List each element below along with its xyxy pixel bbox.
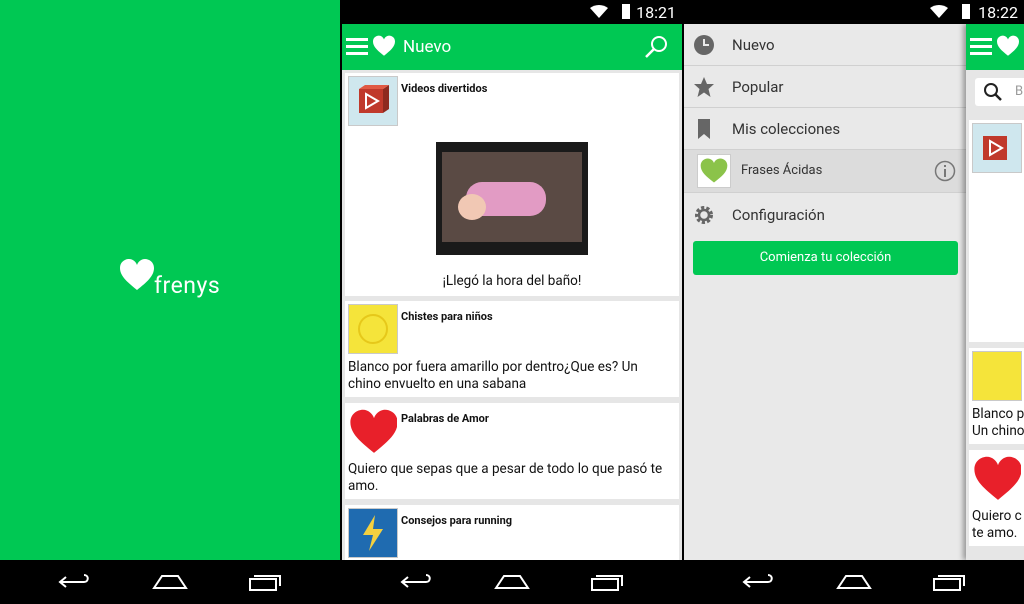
- search-icon[interactable]: [644, 35, 668, 59]
- post-text: Quiero c: [972, 508, 1022, 524]
- collection-name: Consejos para running: [401, 514, 513, 527]
- collection-thumbnail: [348, 76, 398, 126]
- system-nav-bar: [342, 560, 682, 604]
- menu-icon[interactable]: [346, 37, 368, 55]
- system-nav-bar: [684, 560, 1024, 604]
- recents-icon[interactable]: [590, 572, 624, 592]
- recents-icon[interactable]: [932, 572, 966, 592]
- feed-screen: 18:21 Nuevo Videos divertidos ¡Llegó la …: [342, 0, 682, 604]
- collection-thumbnail: [348, 508, 398, 558]
- drawer-item-label: Mis colecciones: [732, 120, 841, 138]
- recents-icon[interactable]: [248, 572, 282, 592]
- collection-thumbnail: [972, 351, 1022, 401]
- post-text: Un chino: [972, 423, 1024, 439]
- heart-logo-icon: [373, 35, 395, 56]
- drawer-item-label: Nuevo: [732, 36, 775, 54]
- gear-icon: [695, 206, 713, 224]
- collection-name: Videos divertidos: [401, 82, 488, 95]
- collection-thumbnail: [972, 123, 1022, 173]
- splash-screen: frenys: [0, 0, 340, 604]
- wifi-icon: [930, 5, 948, 18]
- drawer-item-configuracion[interactable]: Configuración: [684, 194, 966, 235]
- back-icon[interactable]: [742, 572, 776, 592]
- navigation-drawer: Nuevo Popular Mis colecciones Frases Áci…: [684, 24, 966, 560]
- drawer-item-nuevo[interactable]: Nuevo: [684, 24, 966, 66]
- feed-card[interactable]: [969, 120, 1024, 342]
- post-text: Blanco por fuera amarillo por dentro¿Que…: [348, 359, 638, 392]
- drawer-screen: 18:22 Nuevo Popular Mis colecciones Fras…: [684, 0, 1024, 604]
- app-bar: [966, 24, 1024, 70]
- home-icon[interactable]: [494, 572, 530, 592]
- post-text: ¡Llegó la hora del baño!: [442, 273, 582, 289]
- drawer-collection-frases-acidas[interactable]: Frases Ácidas: [684, 150, 966, 193]
- collection-thumbnail: [348, 406, 398, 456]
- bookmark-icon: [698, 119, 710, 139]
- video-thumbnail[interactable]: [436, 142, 588, 255]
- page-title: Nuevo: [403, 37, 452, 57]
- collection-thumbnail: [697, 154, 731, 188]
- menu-icon[interactable]: [970, 37, 992, 55]
- battery-icon: [962, 4, 970, 19]
- wifi-icon: [590, 5, 608, 18]
- feed-card[interactable]: Blanco p Un chino: [969, 348, 1024, 444]
- heart-logo-icon: [120, 259, 154, 290]
- post-text: Blanco p: [972, 406, 1024, 422]
- feed-card[interactable]: Palabras de Amor Quiero que sepas que a …: [345, 403, 679, 499]
- star-icon: [694, 77, 714, 97]
- feed-peek: B Blanco p Un chino Quiero c te amo.: [966, 24, 1024, 560]
- collection-name: Frases Ácidas: [741, 163, 823, 178]
- status-bar: 18:22: [684, 0, 1024, 24]
- home-icon[interactable]: [152, 572, 188, 592]
- collection-thumbnail: [972, 453, 1022, 503]
- feed-card[interactable]: Quiero c te amo.: [969, 450, 1024, 546]
- back-icon[interactable]: [58, 572, 92, 592]
- start-collection-button[interactable]: Comienza tu colección: [693, 241, 958, 275]
- feed-card[interactable]: Chistes para niños Blanco por fuera amar…: [345, 301, 679, 397]
- post-text: te amo.: [972, 525, 1018, 541]
- search-hint: B: [1015, 84, 1024, 99]
- brand-name: frenys: [154, 272, 221, 299]
- app-bar: Nuevo: [342, 24, 682, 70]
- feed-list[interactable]: Videos divertidos ¡Llegó la hora del bañ…: [342, 70, 682, 560]
- post-text: Quiero que sepas que a pesar de todo lo …: [348, 461, 663, 494]
- info-icon[interactable]: [934, 160, 956, 182]
- system-nav-bar: [0, 560, 340, 604]
- clock-icon: [694, 35, 714, 55]
- search-icon: [984, 83, 1002, 101]
- clock: 18:22: [978, 3, 1018, 22]
- back-icon[interactable]: [400, 572, 434, 592]
- battery-icon: [622, 4, 630, 19]
- collection-name: Chistes para niños: [401, 310, 493, 323]
- heart-logo-icon: [997, 35, 1019, 56]
- search-field[interactable]: B: [975, 78, 1024, 106]
- collection-thumbnail: [348, 304, 398, 354]
- status-bar: 18:21: [342, 0, 682, 24]
- home-icon[interactable]: [836, 572, 872, 592]
- drawer-item-mis-colecciones[interactable]: Mis colecciones: [684, 108, 966, 150]
- drawer-item-popular[interactable]: Popular: [684, 66, 966, 108]
- drawer-item-label: Configuración: [732, 206, 825, 224]
- feed-card[interactable]: Videos divertidos ¡Llegó la hora del bañ…: [345, 73, 679, 296]
- collection-name: Palabras de Amor: [401, 412, 489, 425]
- drawer-item-label: Popular: [732, 78, 784, 96]
- clock: 18:21: [636, 3, 676, 22]
- feed-card[interactable]: Consejos para running: [345, 505, 679, 560]
